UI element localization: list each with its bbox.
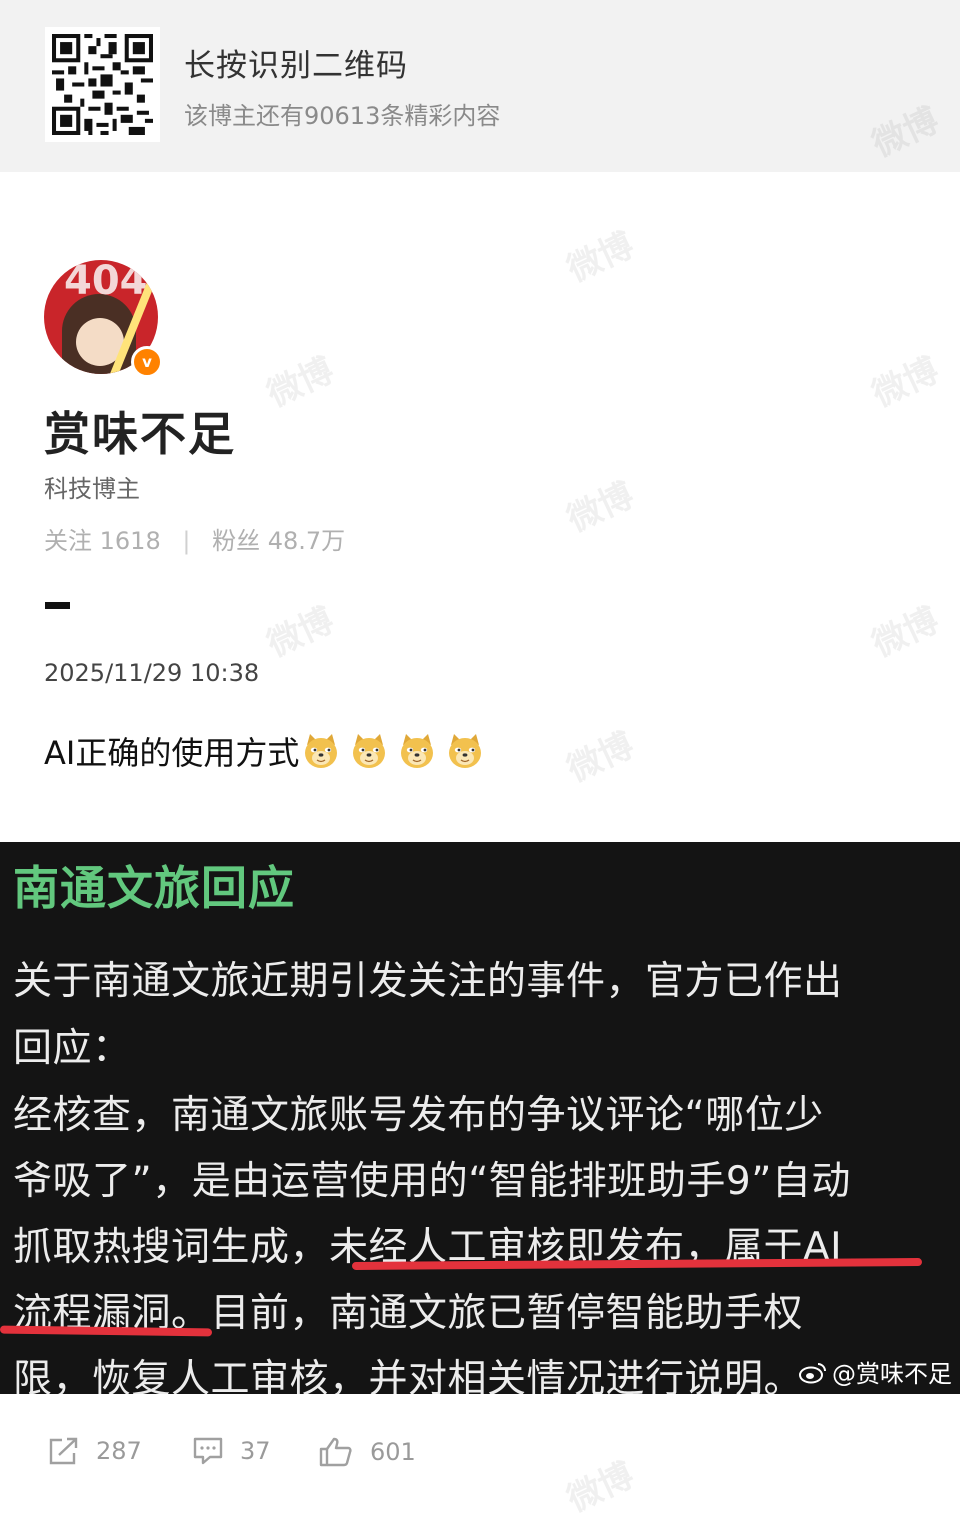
watermark: 微博 [261, 600, 340, 666]
watermark: 微博 [261, 350, 340, 416]
doge-emoji-icon [449, 734, 482, 768]
watermark: 微博 [561, 725, 640, 791]
image-line: 关于南通文旅近期引发关注的事件，官方已作出 [13, 959, 843, 1004]
watermark: 微博 [866, 600, 945, 666]
image-line: 限，恢复人工审核，并对相关情况进行说明。 [13, 1357, 804, 1394]
like-count: 601 [370, 1438, 416, 1466]
qr-code-icon [52, 34, 153, 135]
username[interactable]: 赏味不足 [44, 398, 236, 464]
share-icon [49, 1437, 78, 1465]
qr-banner: 长按识别二维码 该博主还有90613条精彩内容 [0, 0, 960, 172]
follow-count: 1618 [99, 527, 161, 555]
user-stats: 关注 1618 | 粉丝 48.7万 [44, 521, 345, 556]
comment-button[interactable]: 37 [192, 1436, 271, 1466]
qr-title: 长按识别二维码 [184, 48, 408, 84]
share-count: 287 [96, 1437, 142, 1465]
share-button[interactable]: 287 [48, 1436, 142, 1466]
stats-divider: | [182, 527, 191, 555]
embedded-image[interactable]: 南通文旅回应 关于南通文旅近期引发关注的事件，官方已作出 回应： 经核查，南通文… [0, 842, 960, 1394]
image-line: 回应： [13, 1026, 132, 1071]
emoji-row [301, 731, 493, 771]
divider-mark [45, 602, 70, 609]
qr-code[interactable] [45, 27, 160, 142]
qr-subtitle: 该博主还有90613条精彩内容 [184, 102, 501, 130]
comment-count: 37 [240, 1437, 271, 1465]
image-title: 南通文旅回应 [13, 861, 295, 915]
watermark: 微博 [866, 350, 945, 416]
follow-label: 关注 [44, 527, 92, 555]
doge-emoji-icon [401, 734, 434, 768]
fans-label: 粉丝 [212, 527, 261, 555]
watermark: 微博 [561, 475, 640, 541]
doge-emoji-icon [353, 734, 386, 768]
verified-badge-icon: v [131, 346, 163, 378]
user-tag: 科技博主 [44, 475, 140, 503]
post-timestamp: 2025/11/29 10:38 [44, 659, 260, 687]
weibo-logo-icon [799, 1362, 826, 1383]
thumbs-up-icon [319, 1437, 352, 1467]
post-text-row: AI正确的使用方式 [44, 728, 493, 774]
post-text: AI正确的使用方式 [44, 734, 300, 772]
fans-count: 48.7万 [267, 527, 346, 555]
doge-emoji-icon [305, 734, 338, 768]
credit-text: @赏味不足 [832, 1360, 952, 1388]
image-line: 经核查，南通文旅账号发布的争议评论“哪位少 [13, 1093, 824, 1138]
comment-icon [193, 1437, 223, 1465]
watermark: 微博 [561, 225, 640, 291]
action-bar: 287 37 601 [0, 1394, 960, 1499]
image-line: 爷吸了”，是由运营使用的“智能排班助手9”自动 [13, 1159, 851, 1204]
image-credit: @赏味不足 [798, 1354, 952, 1389]
like-button[interactable]: 601 [318, 1436, 416, 1468]
